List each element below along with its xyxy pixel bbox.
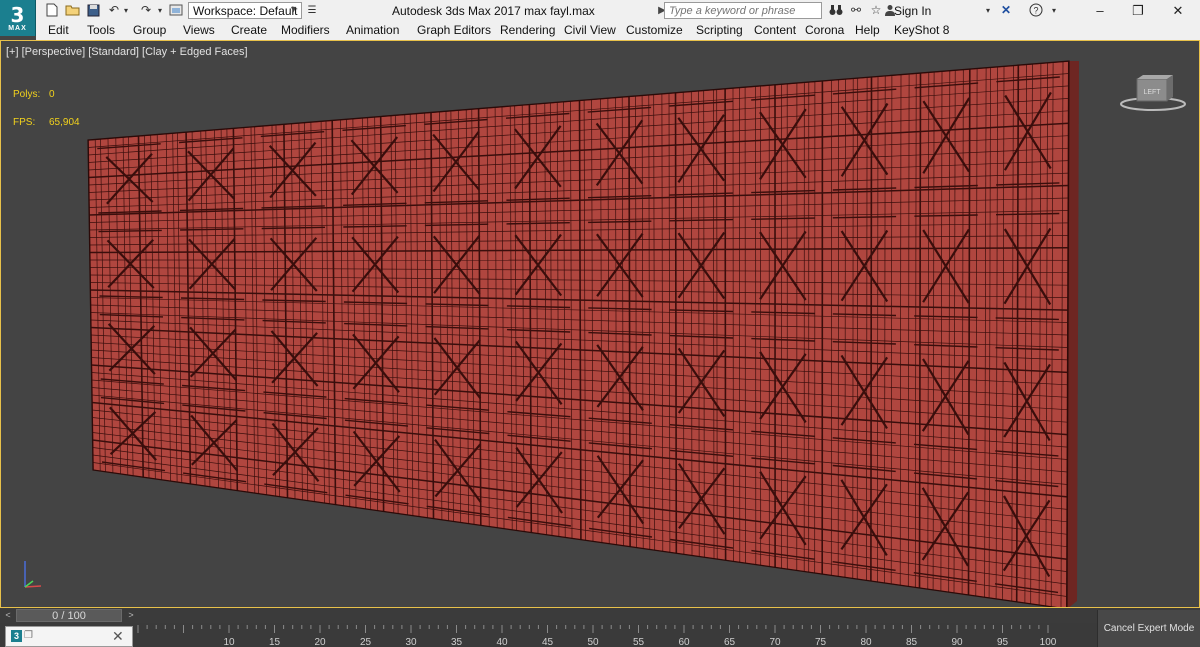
- menu-group[interactable]: Group: [133, 23, 166, 37]
- track-tick-label: 100: [1040, 637, 1057, 647]
- track-tick-label: 85: [906, 637, 918, 647]
- listener-close-icon[interactable]: ✕: [112, 628, 124, 645]
- track-tick-label: 10: [223, 637, 235, 647]
- help-icon[interactable]: ?: [1028, 3, 1044, 17]
- menu-customize[interactable]: Customize: [626, 23, 683, 37]
- menu-modifiers[interactable]: Modifiers: [281, 23, 330, 37]
- wall-panel-mesh[interactable]: [1, 41, 1199, 607]
- axis-tripod-icon: [24, 561, 42, 588]
- track-tick-label: 95: [997, 637, 1009, 647]
- menu-keyshot[interactable]: KeyShot 8: [894, 23, 949, 37]
- new-file-icon[interactable]: [44, 3, 60, 17]
- logo-text: MAX: [8, 24, 27, 32]
- menu-bar: Edit Tools Group Views Create Modifiers …: [36, 21, 1200, 40]
- menu-views[interactable]: Views: [183, 23, 215, 37]
- sign-in-link[interactable]: Sign In: [894, 4, 931, 18]
- close-x-icon[interactable]: ✕: [998, 3, 1014, 17]
- menu-animation[interactable]: Animation: [346, 23, 399, 37]
- fps-value: 65,904: [49, 117, 80, 128]
- frame-label: 0 / 100: [52, 609, 86, 622]
- fps-label: FPS:: [13, 117, 36, 128]
- polys-label: Polys:: [13, 89, 41, 100]
- time-prev-button[interactable]: <: [2, 610, 14, 621]
- track-tick-label: 90: [951, 637, 963, 647]
- track-tick-label: 70: [769, 637, 781, 647]
- maxscript-icon: 3: [11, 630, 22, 642]
- cancel-expert-mode-button[interactable]: Cancel Expert Mode: [1097, 610, 1200, 647]
- menu-content[interactable]: Content: [754, 23, 796, 37]
- viewcube-icon[interactable]: LEFT: [1119, 71, 1187, 115]
- cancel-expert-mode-label: Cancel Expert Mode: [1103, 623, 1195, 634]
- track-tick-label: 15: [269, 637, 281, 647]
- track-tick-label: 45: [542, 637, 554, 647]
- menu-corona[interactable]: Corona: [805, 23, 844, 37]
- binoculars-icon[interactable]: [828, 3, 844, 17]
- signin-dropdown-icon[interactable]: ▾: [980, 3, 996, 17]
- open-folder-icon[interactable]: [64, 3, 80, 17]
- workspace-dropdown[interactable]: Workspace: Default ▼: [188, 2, 302, 19]
- window-title: Autodesk 3ds Max 2017 max fayl.max: [392, 4, 595, 18]
- menu-scripting[interactable]: Scripting: [696, 23, 743, 37]
- track-tick-label: 60: [678, 637, 690, 647]
- svg-text:?: ?: [1033, 6, 1038, 16]
- chevron-down-icon: ▼: [289, 4, 298, 14]
- track-tick-label: 20: [314, 637, 326, 647]
- save-icon[interactable]: [85, 3, 101, 17]
- workspace-value: Workspace: Default: [193, 3, 298, 18]
- track-tick-label: 75: [815, 637, 827, 647]
- viewport-label[interactable]: [+] [Perspective] [Standard] [Clay + Edg…: [6, 46, 248, 58]
- app-menu-button[interactable]: 3 MAX: [0, 0, 36, 36]
- track-tick-label: 55: [633, 637, 645, 647]
- restore-button[interactable]: ❐: [1120, 0, 1156, 21]
- menu-edit[interactable]: Edit: [48, 23, 69, 37]
- menu-create[interactable]: Create: [231, 23, 267, 37]
- track-tick-label: 65: [724, 637, 736, 647]
- track-tick-label: 25: [360, 637, 372, 647]
- viewcube-face-label: LEFT: [1143, 89, 1161, 96]
- track-tick-label: 40: [496, 637, 508, 647]
- time-slider-thumb[interactable]: 0 / 100: [16, 609, 122, 622]
- undo-dropdown-icon[interactable]: ▾: [118, 3, 134, 17]
- minimize-button[interactable]: –: [1082, 0, 1118, 21]
- menu-civil-view[interactable]: Civil View: [564, 23, 616, 37]
- search-input[interactable]: [664, 2, 822, 19]
- track-tick-label: 50: [587, 637, 599, 647]
- title-bar: 3 MAX ↶ ▾ ↷ ▾ Workspace: Default ▼ ☰ Aut…: [0, 0, 1200, 36]
- maxscript-mini-listener[interactable]: 3 ❐ ✕: [5, 626, 133, 647]
- help-dropdown-icon[interactable]: ▾: [1046, 3, 1062, 17]
- track-tick-label: 30: [405, 637, 417, 647]
- track-tick-label: 80: [860, 637, 872, 647]
- time-slider[interactable]: < 0 / 100 >: [0, 608, 1200, 623]
- redo-dropdown-icon[interactable]: ▾: [152, 3, 168, 17]
- perspective-viewport[interactable]: [+] [Perspective] [Standard] [Clay + Edg…: [0, 40, 1200, 608]
- project-folder-icon[interactable]: [168, 3, 184, 17]
- polys-value: 0: [49, 89, 55, 100]
- logo-number: 3: [10, 2, 25, 27]
- toolbar-overflow-icon[interactable]: ☰: [304, 3, 320, 17]
- close-window-button[interactable]: ✕: [1160, 0, 1196, 21]
- menu-graph-editors[interactable]: Graph Editors: [417, 23, 491, 37]
- communication-center-icon[interactable]: ⚯: [848, 3, 864, 17]
- menu-rendering[interactable]: Rendering: [500, 23, 555, 37]
- menu-help[interactable]: Help: [855, 23, 880, 37]
- menu-tools[interactable]: Tools: [87, 23, 115, 37]
- track-bar[interactable]: 10 15 20 25 30 35 40 45 50 55 60 65 70 75 80 85 90 95 100: [135, 623, 1095, 647]
- track-tick-label: 35: [451, 637, 463, 647]
- copy-icon[interactable]: ❐: [24, 630, 33, 641]
- time-next-button[interactable]: >: [125, 610, 137, 621]
